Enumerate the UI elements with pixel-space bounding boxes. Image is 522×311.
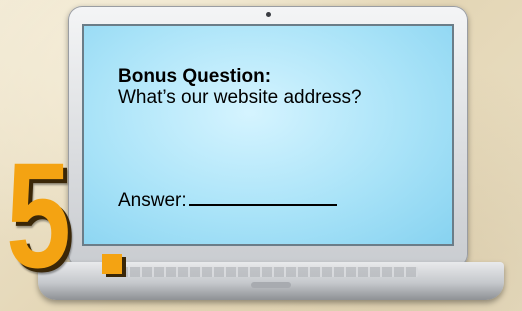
question-heading: Bonus Question: [118,66,272,87]
question-block: Bonus Question: What’s our website addre… [118,66,448,108]
laptop-screen [82,24,454,246]
answer-label: Answer: [118,190,187,211]
laptop-lid [68,6,468,268]
webcam-icon [266,12,271,17]
question-body: What’s our website address? [118,87,362,108]
keyboard [118,267,418,277]
number-period [102,254,122,274]
trackpad [251,282,291,288]
answer-blank-line [188,188,337,206]
answer-field: Answer: [118,188,337,212]
question-number: 5 [6,131,72,299]
